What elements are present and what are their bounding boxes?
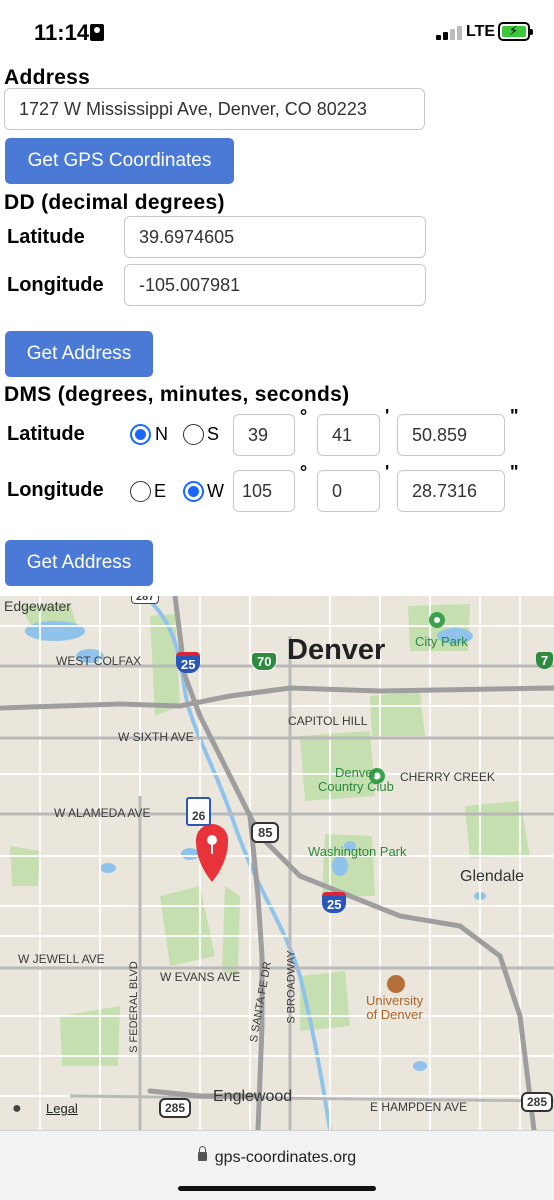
get-gps-coordinates-button[interactable]: Get GPS Coordinates (5, 138, 234, 184)
dd-longitude-label: Longitude (7, 274, 104, 296)
dd-latitude-input[interactable]: 39.6974605 (124, 216, 426, 258)
dms-lon-minutes-input[interactable]: 0 (317, 470, 380, 512)
status-time: 11:14 (34, 20, 90, 45)
radio-west-label: W (207, 481, 224, 501)
map-label-denver: Denver (287, 634, 386, 666)
url-text: gps-coordinates.org (214, 1149, 357, 1166)
interstate-25-shield: 25 (176, 652, 201, 673)
radio-south-label: S (207, 424, 220, 444)
us-85-shield: 85 (251, 822, 280, 843)
home-indicator[interactable] (178, 1186, 376, 1191)
map-label-hampden: E HAMPDEN AVE (370, 1100, 468, 1114)
map-label-denver-country-club: Denver Country Club (318, 765, 394, 794)
second-symbol: " (510, 406, 519, 426)
dms-heading: DMS (degrees, minutes, seconds) (4, 383, 350, 406)
map-label-west-colfax: WEST COLFAX (56, 654, 142, 668)
minute-symbol: ' (385, 406, 390, 426)
dms-get-address-button[interactable]: Get Address (5, 540, 153, 586)
map-label-city-park: City Park (415, 634, 468, 649)
us287-shield: 287 (131, 596, 160, 604)
degree-symbol: ° (300, 462, 308, 482)
dms-lon-degrees-input[interactable]: 105 (233, 470, 295, 512)
dms-lat-seconds-input[interactable]: 50.859 (397, 414, 505, 456)
dms-lat-minutes-input[interactable]: 41 (317, 414, 380, 456)
interstate-70-shield: 70 (251, 652, 278, 671)
map-canvas (0, 596, 554, 1130)
map-legal-link[interactable]: Legal (46, 1101, 78, 1116)
network-type: LTE (466, 23, 496, 40)
interstate-25-shield-south: 25 (322, 892, 347, 913)
map-label-cherry-creek: CHERRY CREEK (400, 770, 495, 784)
battery-icon (498, 22, 533, 41)
map-label-broadway: S BROADWAY (285, 950, 298, 1024)
map-label-federal: S FEDERAL BLVD (127, 961, 140, 1053)
lock-icon (197, 1146, 207, 1161)
dd-longitude-input[interactable]: -105.007981 (124, 264, 426, 306)
url-display[interactable]: gps-coordinates.org (0, 1146, 554, 1167)
map-label-edgewater: Edgewater (4, 598, 71, 614)
dms-longitude-label: Longitude (7, 479, 104, 501)
status-bar: 11:14 LTE (0, 0, 554, 66)
second-symbol: " (510, 462, 519, 482)
map-label-university-of-denver: University of Denver (366, 993, 424, 1022)
map-label-englewood: Englewood (213, 1088, 293, 1105)
co-26-shield: 26 (186, 797, 212, 826)
us-285-shield-east: 285 (521, 1092, 554, 1112)
map-label-evans: W EVANS AVE (160, 970, 241, 984)
map-label-glendale: Glendale (460, 868, 525, 885)
dd-latitude-label: Latitude (7, 226, 85, 248)
radio-north[interactable] (130, 424, 151, 445)
dms-latitude-label: Latitude (7, 423, 85, 445)
address-heading: Address (4, 66, 91, 89)
radio-west[interactable] (183, 481, 204, 502)
radio-east-label: E (154, 481, 167, 501)
map-label-alameda: W ALAMEDA AVE (54, 806, 151, 820)
id-card-icon (90, 24, 104, 41)
radio-east[interactable] (130, 481, 151, 502)
signal-icon (436, 26, 464, 40)
map-label-sixth-ave: W SIXTH AVE (118, 730, 194, 744)
radio-south[interactable] (183, 424, 204, 445)
radio-north-label: N (155, 424, 168, 444)
dms-lat-degrees-input[interactable]: 39 (233, 414, 295, 456)
map-view[interactable]: Edgewater Denver WEST COLFAX CAPITOL HIL… (0, 596, 554, 1130)
map-label-washington-park: Washington Park (308, 844, 407, 859)
degree-symbol: ° (300, 406, 308, 426)
apple-logo-icon: ● (12, 1100, 22, 1117)
map-label-capitol-hill: CAPITOL HILL (288, 714, 368, 728)
address-input[interactable]: 1727 W Mississippi Ave, Denver, CO 80223 (4, 88, 425, 130)
dd-heading: DD (decimal degrees) (4, 191, 225, 214)
dd-get-address-button[interactable]: Get Address (5, 331, 153, 377)
minute-symbol: ' (385, 462, 390, 482)
dms-lon-seconds-input[interactable]: 28.7316 (397, 470, 505, 512)
map-label-jewell: W JEWELL AVE (18, 952, 105, 966)
us-285-shield: 285 (159, 1098, 192, 1118)
